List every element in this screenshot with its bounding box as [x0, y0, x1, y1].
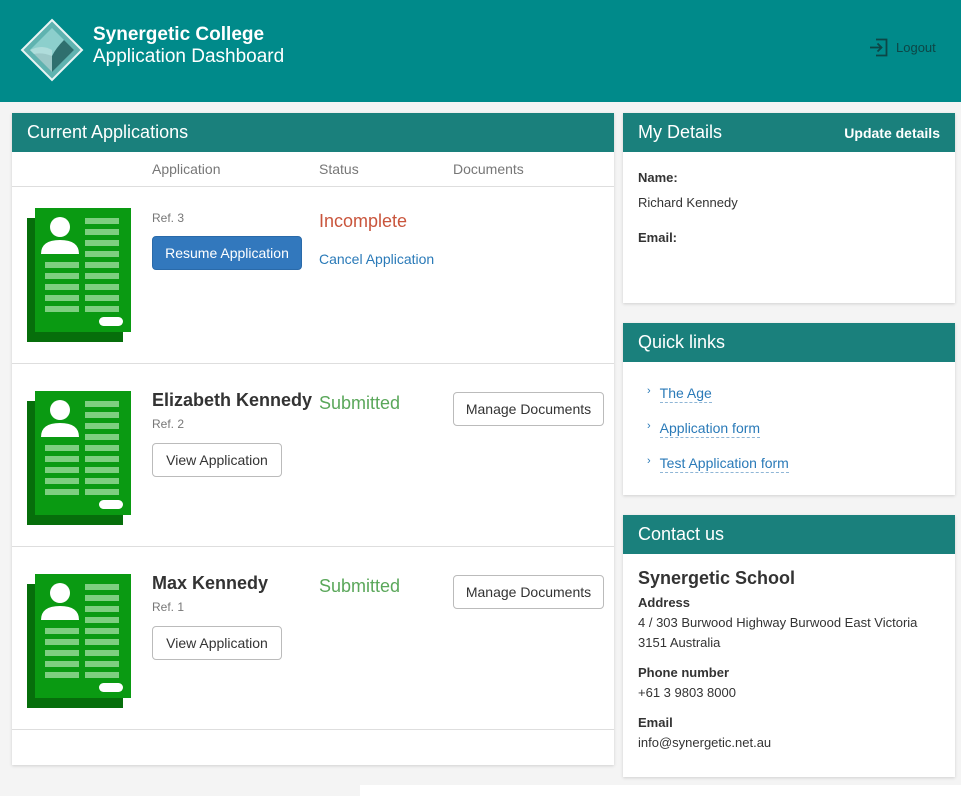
view-application-button[interactable]: View Application: [152, 626, 282, 660]
name-value: Richard Kennedy: [638, 195, 738, 210]
chevron-right-icon: ›: [647, 386, 651, 397]
panel-header: Quick links: [623, 323, 955, 362]
panel-title: Quick links: [638, 332, 725, 353]
logout-icon: [869, 38, 888, 57]
logout-button[interactable]: Logout: [869, 38, 936, 57]
chevron-right-icon: ›: [647, 421, 651, 432]
address-line-2: 3151 Australia: [638, 635, 720, 650]
column-header-application: Application: [152, 161, 221, 177]
manage-documents-button[interactable]: Manage Documents: [453, 392, 604, 426]
email-label: Email:: [638, 230, 677, 245]
panel-title: My Details: [638, 122, 722, 143]
application-row: Max Kennedy Ref. 1 Submitted View Applic…: [12, 547, 614, 730]
update-details-link[interactable]: Update details: [844, 125, 940, 141]
logout-label: Logout: [896, 40, 936, 55]
footer-strip: [360, 785, 961, 796]
manage-documents-button[interactable]: Manage Documents: [453, 575, 604, 609]
status-label: Incomplete: [319, 211, 407, 232]
contact-us-panel: Contact us Synergetic School Address 4 /…: [623, 515, 955, 777]
email-value: info@synergetic.net.au: [638, 735, 771, 750]
table-header: Application Status Documents: [12, 152, 614, 187]
application-document-icon: [27, 574, 133, 708]
column-header-documents: Documents: [453, 161, 524, 177]
quick-link-label: The Age: [660, 385, 712, 403]
applicant-name: Max Kennedy: [152, 573, 268, 594]
quick-links-panel: Quick links › The Age › Application form…: [623, 323, 955, 495]
panel-title: Current Applications: [27, 122, 188, 143]
cancel-application-link[interactable]: Cancel Application: [319, 251, 434, 267]
my-details-panel: My Details Update details Name: Richard …: [623, 113, 955, 303]
current-applications-panel: Current Applications Application Status …: [12, 113, 614, 765]
status-label: Submitted: [319, 393, 400, 414]
application-ref: Ref. 1: [152, 600, 184, 614]
quick-link-application-form[interactable]: › Application form: [647, 420, 760, 438]
address-line-1: 4 / 303 Burwood Highway Burwood East Vic…: [638, 615, 917, 630]
application-document-icon: [27, 391, 133, 525]
applicant-name: Elizabeth Kennedy: [152, 390, 312, 411]
view-application-button[interactable]: View Application: [152, 443, 282, 477]
status-label: Submitted: [319, 576, 400, 597]
application-document-icon: [27, 208, 133, 342]
app-header: Synergetic College Application Dashboard…: [0, 0, 961, 102]
phone-value: +61 3 9803 8000: [638, 685, 736, 700]
application-row: Elizabeth Kennedy Ref. 2 Submitted View …: [12, 364, 614, 547]
name-label: Name:: [638, 170, 678, 185]
panel-header: Contact us: [623, 515, 955, 554]
chevron-right-icon: ›: [647, 456, 651, 467]
address-label: Address: [638, 595, 690, 610]
school-name: Synergetic School: [638, 568, 795, 589]
college-logo-icon: [20, 18, 84, 82]
panel-header: My Details Update details: [623, 113, 955, 152]
panel-header: Current Applications: [12, 113, 614, 152]
application-row: Ref. 3 Incomplete Resume Application Can…: [12, 187, 614, 364]
phone-label: Phone number: [638, 665, 729, 680]
quick-link-label: Test Application form: [660, 455, 789, 473]
resume-application-button[interactable]: Resume Application: [152, 236, 302, 270]
panel-title: Contact us: [638, 524, 724, 545]
column-header-status: Status: [319, 161, 359, 177]
application-ref: Ref. 3: [152, 211, 184, 225]
quick-link-the-age[interactable]: › The Age: [647, 385, 712, 403]
college-name: Synergetic College: [93, 24, 264, 46]
dashboard-title: Application Dashboard: [93, 46, 284, 68]
application-ref: Ref. 2: [152, 417, 184, 431]
email-label: Email: [638, 715, 673, 730]
quick-link-label: Application form: [660, 420, 760, 438]
quick-link-test-application-form[interactable]: › Test Application form: [647, 455, 789, 473]
